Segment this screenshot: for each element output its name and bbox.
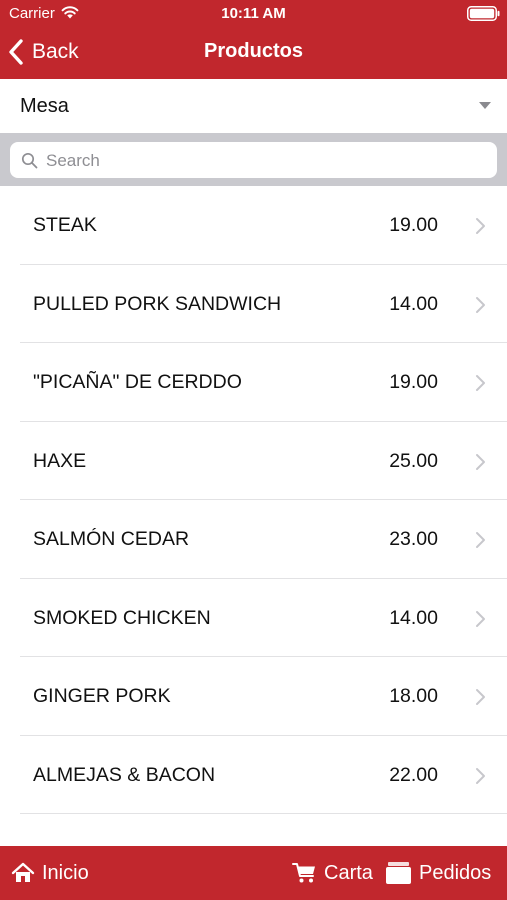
product-price: 19.00 — [389, 371, 438, 393]
navigation-bar: Back Productos — [0, 28, 507, 79]
status-bar: Carrier 10:11 AM — [0, 0, 507, 28]
chevron-right-icon — [476, 610, 485, 627]
product-name: SALMÓN CEDAR — [33, 528, 190, 550]
chevron-right-icon — [476, 453, 485, 470]
product-name: ALMEJAS & BACON — [33, 763, 216, 786]
product-row[interactable]: PULLED PORK SANDWICH 14.00 — [0, 265, 507, 344]
product-price: 14.00 — [389, 606, 438, 629]
product-list: STEAK 19.00 PULLED PORK SANDWICH 14.00 "… — [0, 186, 507, 846]
cart-icon — [292, 863, 315, 883]
chevron-right-icon — [476, 689, 485, 705]
product-name: STEAK — [33, 214, 97, 236]
product-price: 22.00 — [389, 763, 438, 786]
dropdown-triangle-icon — [479, 102, 491, 109]
header: Carrier 10:11 AM Back Productos — [0, 0, 507, 79]
page-title: Productos — [204, 40, 303, 62]
product-price: 18.00 — [389, 685, 438, 707]
product-row[interactable]: SMOKED CHICKEN 14.00 — [0, 579, 507, 658]
product-row[interactable]: "PICAÑA" DE CERDDO 19.00 — [0, 343, 507, 422]
chevron-right-icon — [476, 532, 485, 548]
search-icon — [21, 152, 38, 169]
product-name: SMOKED CHICKEN — [33, 606, 211, 629]
product-name: GINGER PORK — [33, 685, 171, 707]
chevron-right-icon — [476, 767, 485, 784]
product-name: PULLED PORK SANDWICH — [33, 292, 282, 315]
tab-inicio[interactable]: Inicio — [11, 846, 89, 900]
search-input[interactable] — [44, 142, 488, 180]
product-row[interactable]: STEAK 19.00 — [0, 186, 507, 265]
tab-pedidos-label: Pedidos — [419, 861, 492, 884]
clock: 10:11 AM — [221, 5, 286, 22]
tab-pedidos[interactable]: Pedidos — [385, 846, 491, 900]
product-price: 25.00 — [389, 449, 438, 472]
tab-carta[interactable]: Carta — [292, 846, 373, 900]
search-bar — [0, 133, 507, 186]
mesa-selector[interactable]: Mesa — [0, 79, 507, 133]
product-row[interactable]: GINGER PORK 18.00 — [0, 657, 507, 736]
tab-carta-label: Carta — [324, 861, 373, 884]
tab-inicio-label: Inicio — [42, 861, 89, 884]
product-name: HAXE — [33, 449, 87, 472]
product-row[interactable]: ALMEJAS & BACON 22.00 — [0, 736, 507, 815]
orders-icon — [386, 862, 411, 884]
chevron-right-icon — [476, 375, 485, 391]
product-price: 14.00 — [389, 292, 438, 315]
product-row[interactable]: HAXE 25.00 — [0, 422, 507, 501]
battery-icon — [467, 6, 500, 21]
chevron-right-icon — [476, 218, 485, 234]
search-field[interactable] — [10, 142, 497, 180]
chevron-right-icon — [476, 296, 485, 313]
tab-bar: Inicio Carta Pedidos — [0, 846, 507, 900]
product-price: 19.00 — [389, 214, 438, 236]
product-name: "PICAÑA" DE CERDDO — [33, 371, 242, 393]
product-row[interactable]: SALMÓN CEDAR 23.00 — [0, 500, 507, 579]
product-price: 23.00 — [389, 528, 438, 550]
home-icon — [11, 862, 35, 882]
selector-value: Mesa — [20, 95, 69, 117]
